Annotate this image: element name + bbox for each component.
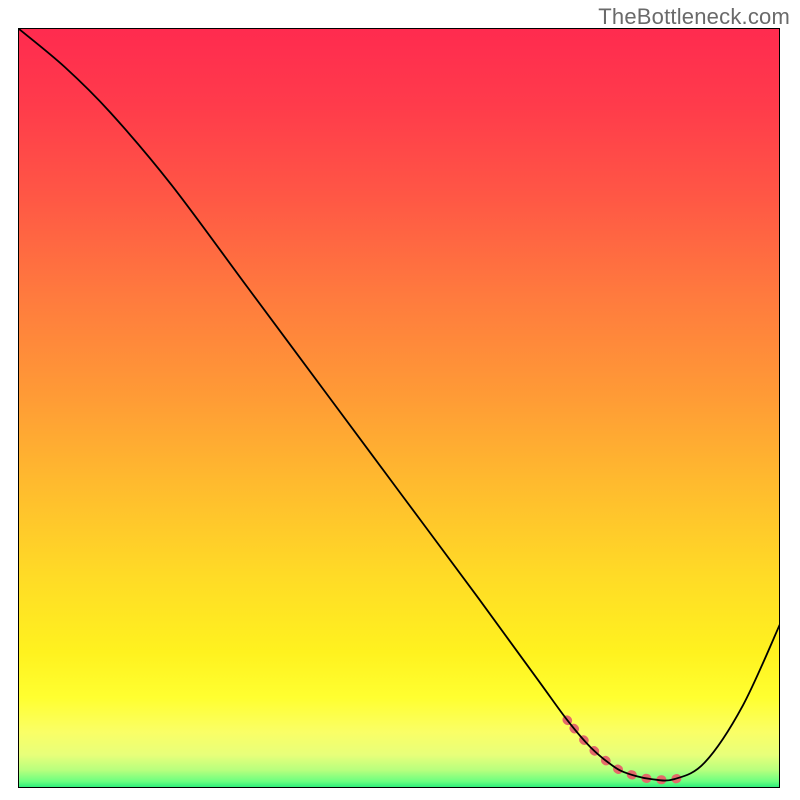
gradient-background: [19, 29, 780, 788]
chart-frame: [18, 28, 780, 788]
watermark-text: TheBottleneck.com: [598, 4, 790, 30]
bottleneck-chart: [19, 29, 780, 788]
